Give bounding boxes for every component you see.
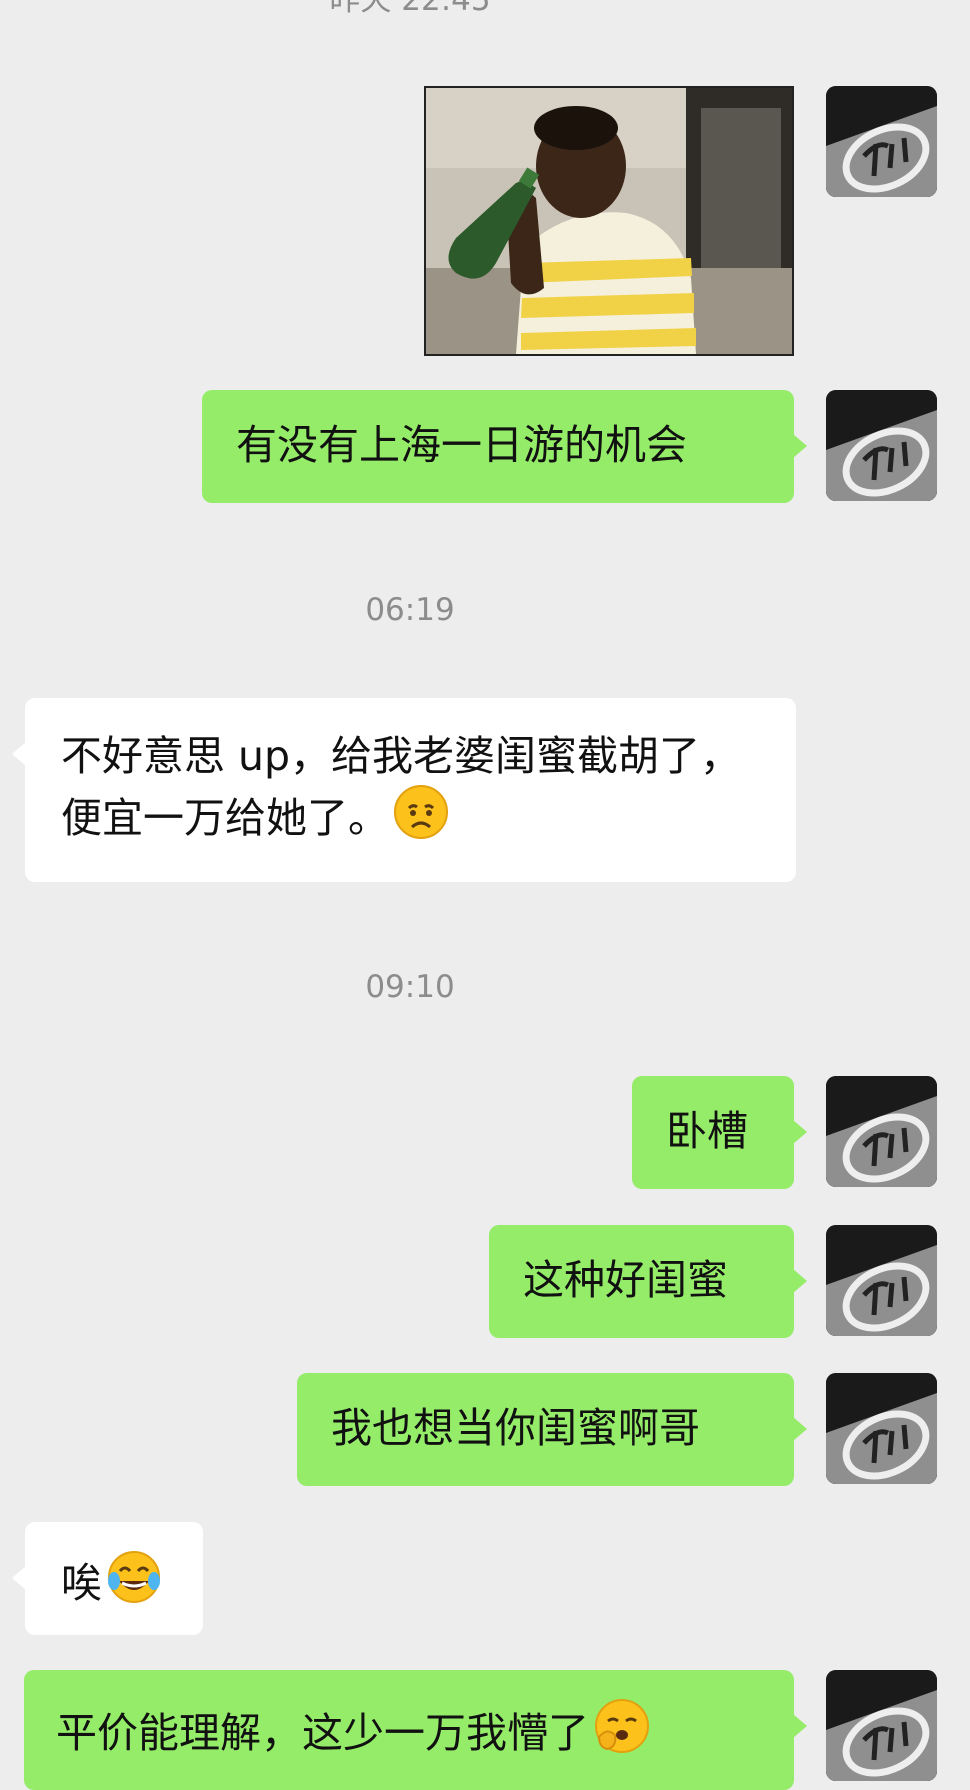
message-text: 我也想当你闺蜜啊哥 xyxy=(331,1404,700,1452)
disappointed-face-emoji xyxy=(393,784,449,854)
my-avatar[interactable] xyxy=(826,1225,937,1336)
my-avatar[interactable] xyxy=(826,390,937,501)
avatar-logo-icon xyxy=(826,1670,937,1781)
avatar-logo-icon xyxy=(826,1225,937,1336)
message-text: 唉 xyxy=(61,1559,102,1607)
avatar-logo-icon xyxy=(826,1373,937,1484)
my-avatar[interactable] xyxy=(826,1373,937,1484)
chat-message-sent[interactable]: 有没有上海一日游的机会 xyxy=(202,390,807,503)
image-message[interactable] xyxy=(424,86,794,356)
timestamp: 06:19 xyxy=(365,592,455,628)
message-text: 这种好闺蜜 xyxy=(523,1256,728,1304)
chat-message-sent[interactable]: 这种好闺蜜 xyxy=(489,1225,807,1338)
avatar-logo-icon xyxy=(826,390,937,501)
message-text: 卧槽 xyxy=(666,1107,748,1155)
boy-drinking-from-bottle-image xyxy=(426,88,792,354)
chat-message-sent[interactable]: 我也想当你闺蜜啊哥 xyxy=(297,1373,807,1486)
timestamp-top: 昨天 22:45 xyxy=(329,0,491,18)
message-text: 有没有上海一日游的机会 xyxy=(236,421,687,469)
chat-message-received[interactable]: 不好意思 up，给我老婆闺蜜截胡了，便宜一万给她了。 xyxy=(12,698,796,882)
my-avatar[interactable] xyxy=(826,86,937,197)
avatar-logo-icon xyxy=(826,1076,937,1187)
timestamp: 09:10 xyxy=(365,969,455,1005)
my-avatar[interactable] xyxy=(826,1076,937,1187)
tears-of-joy-emoji xyxy=(106,1549,162,1619)
my-avatar[interactable] xyxy=(826,1670,937,1781)
chat-message-received[interactable]: 唉 xyxy=(12,1522,203,1635)
yawning-face-emoji xyxy=(593,1697,651,1769)
chat-message-sent[interactable]: 卧槽 xyxy=(632,1076,807,1189)
chat-message-sent[interactable]: 平价能理解，这少一万我懵了 xyxy=(24,1670,807,1790)
message-text: 平价能理解，这少一万我懵了 xyxy=(56,1709,589,1757)
avatar-logo-icon xyxy=(826,86,937,197)
